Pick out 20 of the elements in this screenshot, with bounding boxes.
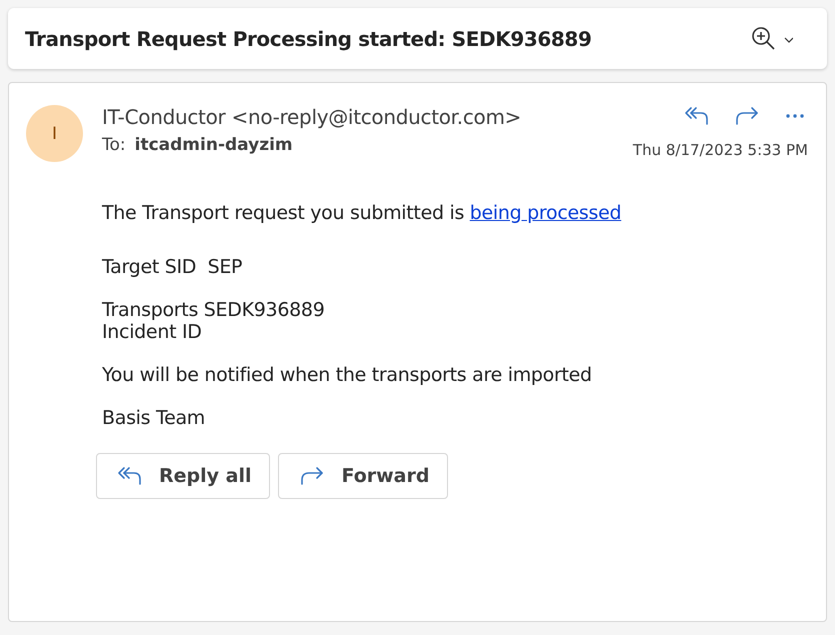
body-line: Target SID SEP — [102, 256, 244, 278]
subject-title: Transport Request Processing started: SEDK936889 — [25, 26, 592, 50]
processing-link[interactable]: being processed — [470, 202, 622, 224]
forward-icon[interactable] — [734, 105, 760, 127]
recipient: itcadmin-dayzim — [134, 135, 293, 155]
body-line: Incident ID — [102, 321, 203, 343]
sent-date: Thu 8/17/2023 5:33 PM — [632, 141, 808, 159]
sender-name: IT-Conductor <no-reply@itconductor.com> — [102, 105, 522, 129]
forward-icon — [299, 465, 326, 487]
reply-all-button[interactable]: Reply all — [96, 453, 270, 499]
zoom-button[interactable] — [751, 26, 793, 52]
reply-all-icon — [117, 465, 143, 487]
body-line: Basis Team — [102, 407, 206, 429]
body-line: You will be notified when the transports are imported — [102, 364, 593, 386]
forward-button[interactable]: Forward — [278, 453, 448, 499]
body-line: Transports SEDK936889 — [102, 299, 326, 321]
avatar: I — [26, 105, 83, 162]
intro-sentence: The Transport request you submitted is being processed — [102, 202, 622, 224]
to-label: To: — [102, 135, 126, 155]
reply-all-icon[interactable] — [684, 105, 710, 127]
